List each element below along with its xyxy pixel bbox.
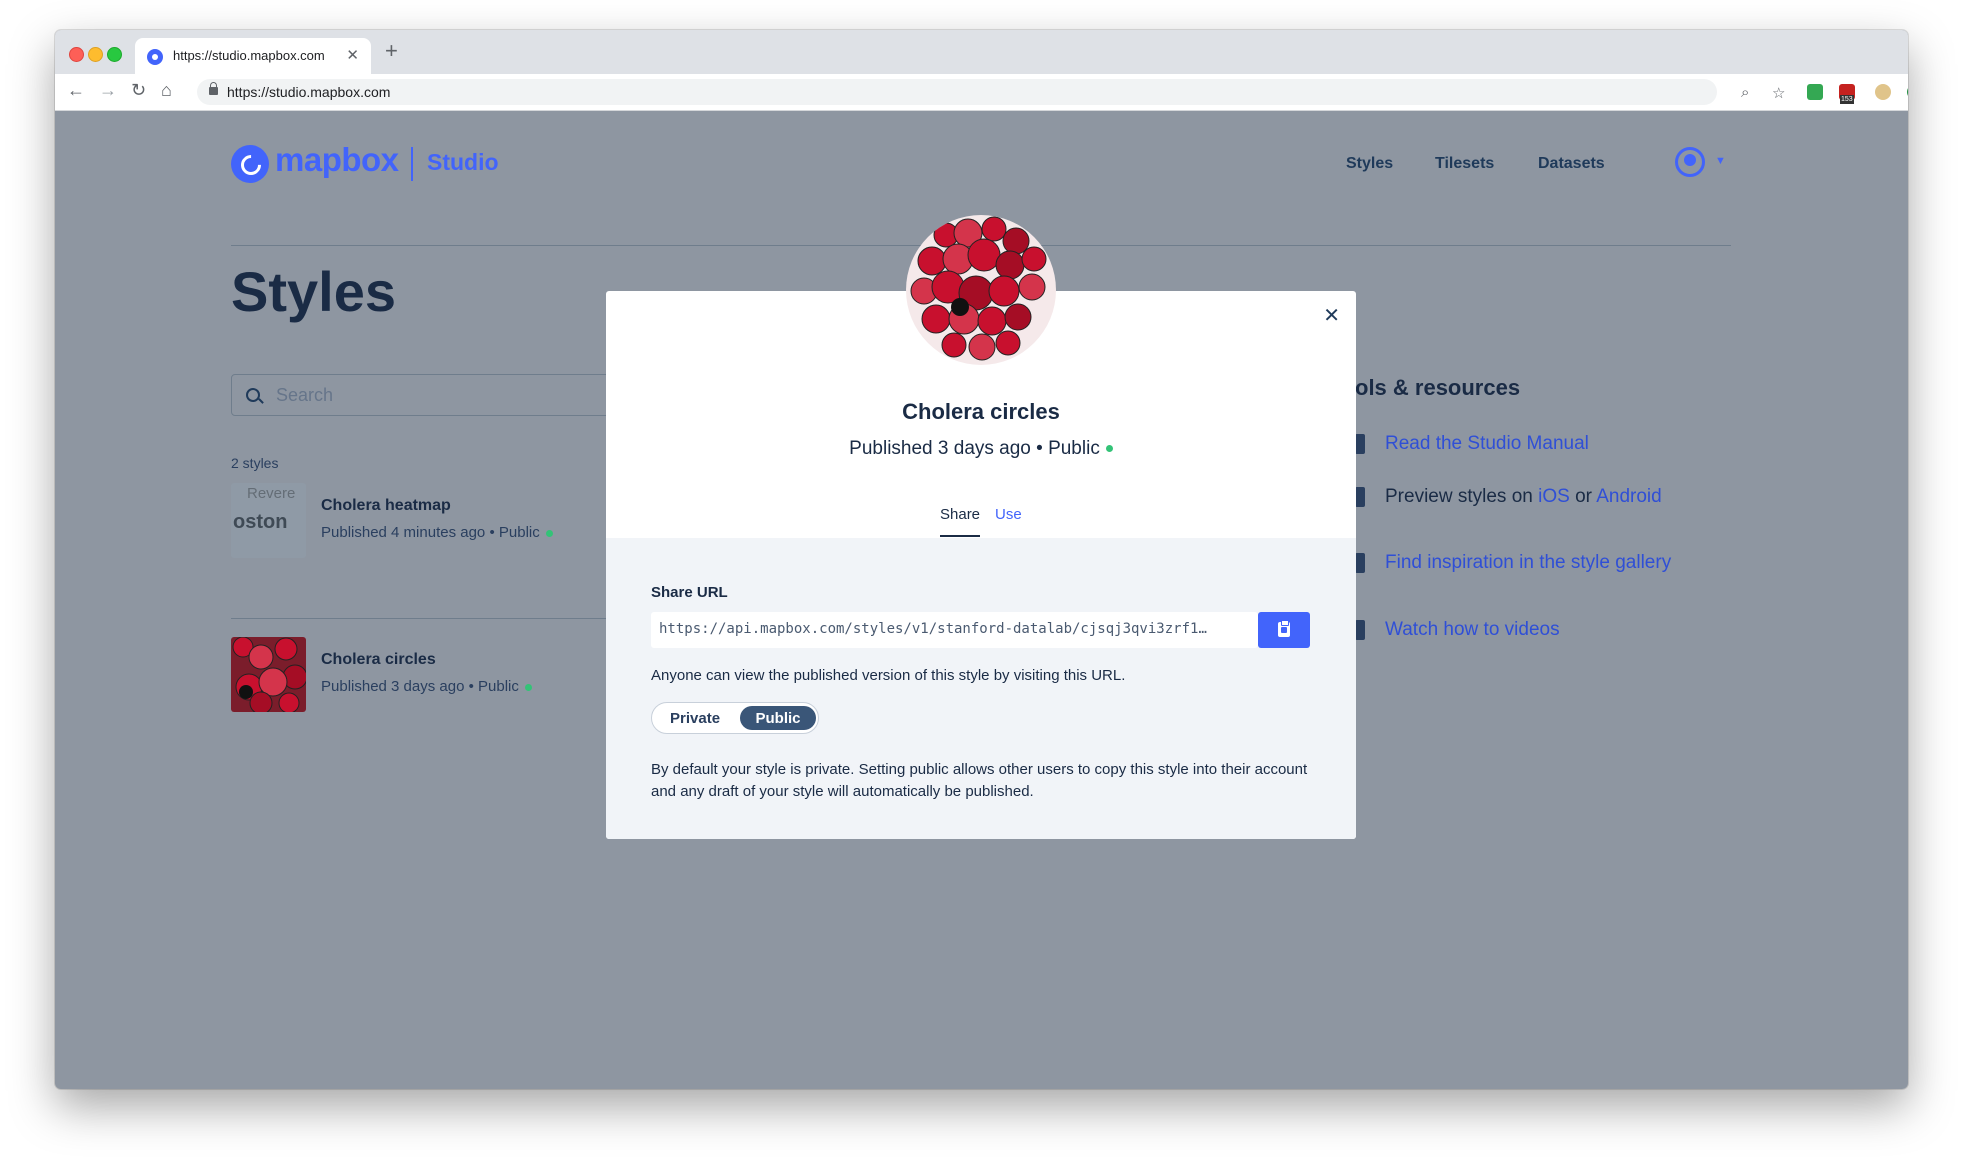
mapbox-favicon-icon	[147, 49, 163, 65]
studio-page: mapbox Studio Styles Tilesets Datasets ▼…	[55, 111, 1908, 1089]
style-preview-avatar	[906, 215, 1056, 365]
zoom-icon[interactable]: ⌕	[1741, 84, 1749, 101]
browser-tab[interactable]: https://studio.mapbox.com ✕	[135, 38, 371, 74]
ios-link[interactable]: iOS	[1538, 486, 1570, 507]
browser-window: https://studio.mapbox.com ✕ + ← → ↻ ⌂ ht…	[55, 30, 1908, 1089]
phone-icon	[1355, 487, 1365, 507]
circles-thumbnail-art	[232, 637, 306, 712]
status-dot	[1105, 445, 1113, 453]
tab-share[interactable]: Share	[940, 506, 980, 523]
tab-title: https://studio.mapbox.com	[173, 48, 325, 63]
video-icon	[1355, 620, 1365, 640]
back-icon[interactable]: ←	[67, 80, 85, 101]
nav-tilesets[interactable]: Tilesets	[1435, 155, 1494, 173]
reload-icon[interactable]: ↻	[131, 80, 146, 101]
logo-studio[interactable]: Studio	[427, 149, 499, 176]
chevron-down-icon[interactable]: ▼	[1715, 155, 1726, 167]
style-name[interactable]: Cholera circles	[321, 651, 436, 669]
modal-title: Cholera circles	[902, 399, 1060, 424]
nav-styles[interactable]: Styles	[1346, 155, 1393, 173]
nav-datasets[interactable]: Datasets	[1538, 155, 1605, 173]
logo-text[interactable]: mapbox	[275, 141, 399, 179]
toggle-private[interactable]: Private	[670, 710, 720, 727]
share-modal: ✕ Cholera circles Published 3 days ago •…	[606, 215, 1356, 839]
new-tab-icon[interactable]: +	[385, 38, 398, 64]
close-window-button[interactable]	[69, 47, 84, 62]
visibility-toggle[interactable]: Private Public	[651, 702, 819, 734]
style-thumbnail[interactable]: Revere oston	[231, 483, 306, 558]
modal-subtitle: Published 3 days ago • Public	[606, 438, 1356, 460]
clipboard-icon	[1278, 620, 1290, 637]
minimize-window-button[interactable]	[88, 47, 103, 62]
active-tab-indicator	[940, 535, 980, 537]
logo-divider	[411, 147, 413, 181]
style-meta: Published 4 minutes ago • Public	[321, 524, 553, 541]
lock-icon	[209, 82, 218, 95]
mapbox-logo-icon[interactable]	[231, 145, 269, 183]
visibility-help-text: By default your style is private. Settin…	[651, 761, 1308, 800]
copy-url-button[interactable]	[1258, 612, 1310, 648]
extension-icon[interactable]	[1875, 84, 1891, 100]
address-bar[interactable]: https://studio.mapbox.com	[197, 79, 1717, 105]
style-list-item[interactable]: Revere oston Cholera heatmap Published 4…	[231, 483, 611, 559]
maximize-window-button[interactable]	[107, 47, 122, 62]
row-divider	[231, 618, 611, 619]
resource-link-manual[interactable]: Read the Studio Manual	[1385, 433, 1589, 455]
style-thumbnail[interactable]	[231, 637, 306, 712]
resource-preview: Preview styles on iOS or Android	[1385, 486, 1662, 507]
style-list-item[interactable]: Cholera circles Published 3 days ago • P…	[231, 637, 611, 713]
circles-preview-art	[910, 216, 1047, 361]
page-title: Styles	[231, 260, 396, 323]
tab-use[interactable]: Use	[995, 506, 1022, 523]
toggle-public[interactable]: Public	[740, 706, 816, 730]
share-url-label: Share URL	[651, 584, 728, 601]
resources-title: ols & resources	[1355, 375, 1521, 400]
resource-link-gallery[interactable]: Find inspiration in the style gallery	[1385, 552, 1671, 574]
forward-icon[interactable]: →	[99, 80, 117, 101]
tab-strip: https://studio.mapbox.com ✕ +	[55, 30, 1908, 74]
user-avatar-icon[interactable]	[1675, 147, 1705, 177]
android-link[interactable]: Android	[1596, 486, 1662, 507]
address-url[interactable]: https://studio.mapbox.com	[227, 84, 390, 100]
search-icon	[246, 388, 260, 402]
resource-link-videos[interactable]: Watch how to videos	[1385, 619, 1560, 641]
status-dot	[545, 529, 553, 537]
extension-icon[interactable]	[1907, 84, 1908, 100]
share-help-text: Anyone can view the published version of…	[651, 667, 1126, 684]
share-panel: Share URL https://api.mapbox.com/styles/…	[606, 538, 1356, 839]
style-count: 2 styles	[231, 455, 279, 471]
home-icon[interactable]: ⌂	[161, 80, 172, 101]
extension-icon[interactable]	[1807, 84, 1823, 100]
close-icon[interactable]: ✕	[1323, 303, 1340, 328]
share-url-field[interactable]: https://api.mapbox.com/styles/v1/stanfor…	[651, 612, 1258, 648]
status-dot	[524, 683, 532, 691]
gallery-icon	[1355, 553, 1365, 573]
calendar-extension-icon[interactable]: 153	[1839, 84, 1855, 104]
browser-toolbar: ← → ↻ ⌂ https://studio.mapbox.com ⌕ ☆ 15…	[55, 74, 1908, 111]
share-url-value[interactable]: https://api.mapbox.com/styles/v1/stanfor…	[659, 621, 1249, 637]
style-meta: Published 3 days ago • Public	[321, 678, 532, 695]
search-placeholder: Search	[276, 385, 334, 405]
style-name[interactable]: Cholera heatmap	[321, 497, 451, 515]
star-icon[interactable]: ☆	[1772, 84, 1785, 102]
manual-icon	[1355, 434, 1365, 454]
tab-close-icon[interactable]: ✕	[346, 46, 359, 64]
